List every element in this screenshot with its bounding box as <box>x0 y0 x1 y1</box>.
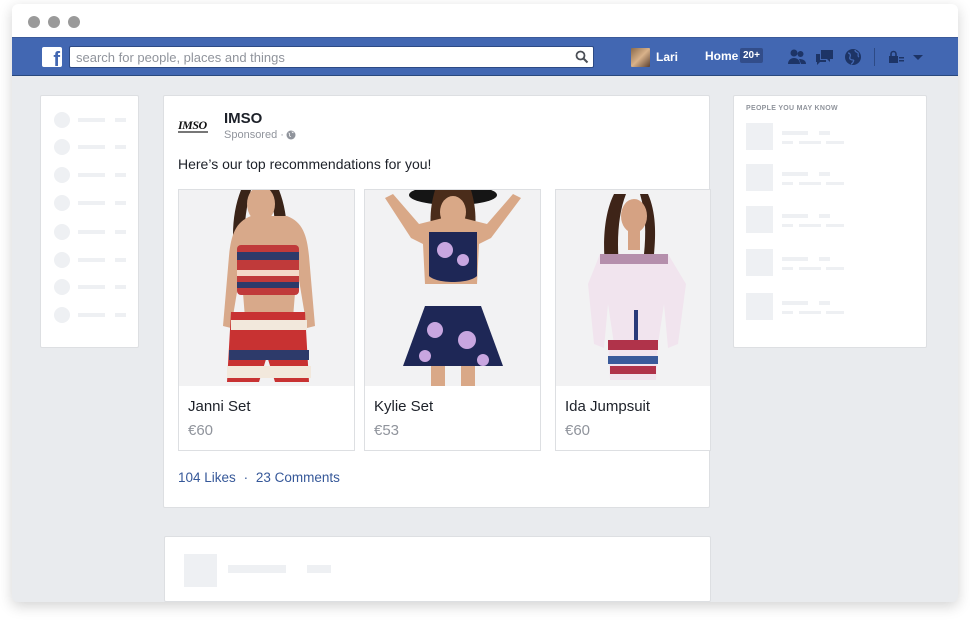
search-icon[interactable] <box>575 50 589 64</box>
comments-link[interactable]: 23 Comments <box>256 470 340 485</box>
sidebar-placeholder-row <box>54 307 134 323</box>
search-bar[interactable] <box>69 46 594 68</box>
facebook-logo-icon[interactable]: f <box>42 47 62 67</box>
sidebar-placeholder-row <box>54 224 134 240</box>
left-sidebar <box>40 95 139 348</box>
home-link[interactable]: Home <box>705 49 738 63</box>
product-price: €53 <box>374 422 400 439</box>
profile-link[interactable]: Lari <box>631 47 678 67</box>
sidebar-placeholder-row <box>54 195 134 211</box>
user-name: Lari <box>656 50 679 64</box>
nav-separator <box>874 48 875 66</box>
notifications-globe-icon[interactable] <box>843 48 863 66</box>
top-navigation-bar: f Lari Home 20+ <box>12 37 958 76</box>
post-engagement: 104 Likes · 23 Comments <box>178 470 340 485</box>
suggestion-placeholder-row <box>746 206 856 234</box>
sidebar-placeholder-row <box>54 139 134 155</box>
suggestion-placeholder-row <box>746 123 856 151</box>
product-image[interactable] <box>179 190 354 386</box>
brand-logo-tagline <box>178 131 208 133</box>
window-close-button[interactable] <box>28 16 40 28</box>
product-image[interactable] <box>556 190 710 386</box>
product-title[interactable]: Janni Set <box>188 398 251 415</box>
post-message: Here’s our top recommendations for you! <box>178 156 432 172</box>
messages-icon[interactable] <box>815 48 835 66</box>
avatar <box>631 47 650 67</box>
title-bar <box>12 4 958 37</box>
privacy-lock-icon[interactable] <box>887 48 907 66</box>
product-price: €60 <box>565 422 591 439</box>
product-card[interactable]: Kylie Set €53 <box>364 189 541 451</box>
friend-requests-icon[interactable] <box>787 48 807 66</box>
suggestion-placeholder-row <box>746 164 856 192</box>
search-input[interactable] <box>76 49 566 65</box>
suggestion-placeholder-row <box>746 293 856 321</box>
product-price: €60 <box>188 422 214 439</box>
suggestion-placeholder-row <box>746 249 856 277</box>
sidebar-placeholder-row <box>54 279 134 295</box>
sidebar-placeholder-row <box>54 112 134 128</box>
placeholder-line <box>228 565 286 573</box>
home-badge: 20+ <box>740 48 763 63</box>
next-post-placeholder <box>164 536 711 602</box>
product-card[interactable]: Janni Set €60 <box>178 189 355 451</box>
product-image[interactable] <box>365 190 540 386</box>
sponsored-label[interactable]: Sponsored · <box>224 129 284 141</box>
placeholder-line <box>307 565 331 573</box>
browser-window: f Lari Home 20+ <box>12 4 958 602</box>
people-you-may-know-panel: PEOPLE YOU MAY KNOW <box>733 95 927 348</box>
product-card[interactable]: Ida Jumpsuit €60 <box>555 189 711 451</box>
chevron-down-icon[interactable] <box>912 48 924 66</box>
product-title[interactable]: Ida Jumpsuit <box>565 398 650 415</box>
globe-icon <box>286 130 296 140</box>
sidebar-placeholder-row <box>54 252 134 268</box>
brand-name[interactable]: IMSO <box>224 110 262 127</box>
people-you-may-know-title: PEOPLE YOU MAY KNOW <box>746 105 838 112</box>
window-minimize-button[interactable] <box>48 16 60 28</box>
meta-separator: · <box>243 470 249 485</box>
placeholder-avatar <box>184 554 217 587</box>
sidebar-placeholder-row <box>54 167 134 183</box>
sponsored-post: IMSO IMSO Sponsored · Here’s our top rec… <box>163 95 711 508</box>
window-maximize-button[interactable] <box>68 16 80 28</box>
likes-link[interactable]: 104 Likes <box>178 470 236 485</box>
product-title[interactable]: Kylie Set <box>374 398 433 415</box>
